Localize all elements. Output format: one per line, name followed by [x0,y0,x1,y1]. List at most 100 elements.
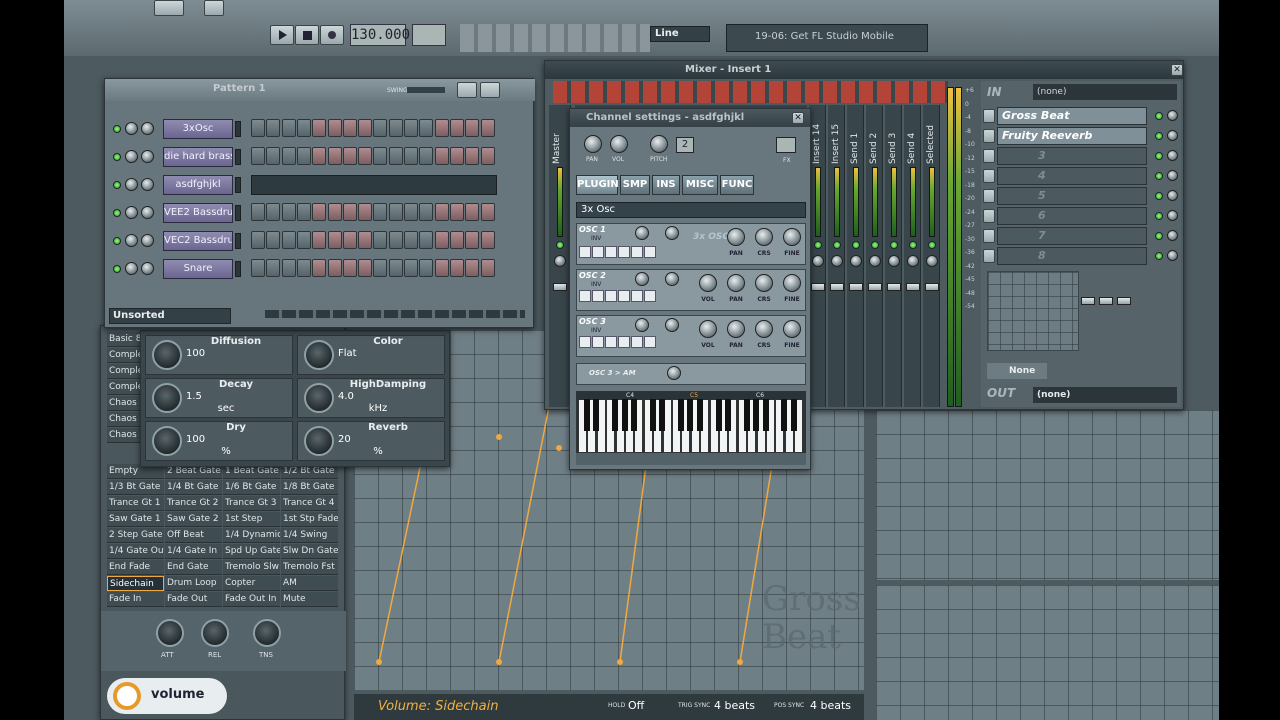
preset-group-item[interactable]: Chaos [107,428,141,443]
step-button[interactable] [281,203,296,221]
osc-pan-knob[interactable] [727,228,745,246]
mixer-strip-fader[interactable] [829,283,844,291]
reverb-param-value[interactable]: 100 [186,434,266,445]
step-button[interactable] [434,231,449,249]
waveform-button[interactable] [644,336,656,348]
input-select[interactable]: (none) [1033,84,1177,100]
reverb-param-value[interactable]: 100 [186,348,266,359]
step-button[interactable] [465,203,480,221]
waveform-button[interactable] [631,290,643,302]
preset-item[interactable]: 1/4 Gate In [165,544,222,559]
channel-vol-knob[interactable] [610,135,628,153]
fx-slot-enable-led[interactable] [1155,232,1163,240]
channel-name-button[interactable]: 3xOsc [163,119,233,139]
step-button[interactable] [404,203,418,221]
mixer-strip-led[interactable] [556,241,564,249]
waveform-button[interactable] [618,246,630,258]
waveform-button[interactable] [605,290,617,302]
osc-fine-knob[interactable] [665,226,679,240]
fx-slot[interactable]: 5 [997,187,1147,205]
preset-item[interactable]: 1/4 Gate Out [107,544,164,559]
preset-item[interactable]: Fade In [107,592,164,607]
step-button[interactable] [296,259,311,277]
tab-func[interactable]: FUNC [720,175,754,195]
reverb-knob[interactable] [304,340,334,370]
reverb-param-value[interactable]: 1.5 [186,391,266,402]
channel-pan-knob[interactable] [125,150,138,163]
channel-mute-led[interactable] [113,209,121,217]
preset-item[interactable]: Slw Dn Gate [281,544,338,559]
fx-slot-menu-button[interactable] [983,209,995,223]
step-button[interactable] [251,147,265,165]
osc-vol-knob[interactable] [699,274,717,292]
fx-slot-mix-knob[interactable] [1167,130,1178,141]
channel-settings-close-button[interactable]: ✕ [792,112,804,124]
fx-slot[interactable]: 7 [997,227,1147,245]
preset-item[interactable]: Off Beat [165,528,222,543]
preset-item[interactable]: 1/4 Dynamic [223,528,280,543]
fx-slot-enable-led[interactable] [1155,152,1163,160]
swing-slider[interactable] [407,87,445,93]
waveform-button[interactable] [592,246,604,258]
waveform-button[interactable] [631,336,643,348]
channel-volume-knob[interactable] [141,206,154,219]
fx-slot-mix-knob[interactable] [1167,210,1178,221]
osc-coarse-knob[interactable] [635,318,649,332]
step-button[interactable] [342,259,357,277]
mixer-strip-led[interactable] [927,241,936,249]
fx-slot-menu-button[interactable] [983,129,995,143]
preset-item[interactable]: Fade Out In [223,592,280,607]
channel-select-indicator[interactable] [235,121,241,137]
tab-plugin[interactable]: PLUGIN [576,175,619,195]
reverb-param-value[interactable]: Flat [338,348,418,359]
channel-pan-knob[interactable] [584,135,602,153]
preset-item[interactable]: Drum Loop [165,576,222,591]
channel-volume-knob[interactable] [141,122,154,135]
channel-mute-led[interactable] [113,237,121,245]
osc-fine-knob[interactable] [783,274,801,292]
step-button[interactable] [312,119,327,137]
channel-name-button[interactable]: VEC2 Bassdru... [163,231,233,251]
piano-roll-preview[interactable] [251,175,497,195]
preset-group-item[interactable]: Comple [107,364,141,379]
output-select[interactable]: (none) [1033,387,1177,403]
preset-item[interactable]: 1/4 Bt Gate [165,480,222,495]
channel-pan-knob[interactable] [125,122,138,135]
step-button[interactable] [388,203,403,221]
step-button[interactable] [419,203,434,221]
step-button[interactable] [327,231,342,249]
mixer-strip[interactable]: Send 4 [904,105,921,407]
preset-group-item[interactable]: Chaos [107,396,141,411]
black-key[interactable] [612,399,619,431]
step-button[interactable] [312,231,327,249]
channel-pan-knob[interactable] [125,206,138,219]
step-button[interactable] [342,147,357,165]
step-button[interactable] [281,147,296,165]
waveform-button[interactable] [644,290,656,302]
step-button[interactable] [404,119,418,137]
channel-mute-led[interactable] [113,181,121,189]
eq-preset-select[interactable]: None [987,363,1047,379]
preset-item[interactable]: Trance Gt 4 [281,496,338,511]
osc-coarse-knob[interactable] [635,226,649,240]
channel-select-indicator[interactable] [235,177,241,193]
plugin-select[interactable]: 3x Osc [576,202,806,218]
channel-volume-knob[interactable] [141,234,154,247]
preset-item[interactable]: Trance Gt 2 [165,496,222,511]
mixer-strip-fader[interactable] [810,283,825,291]
mixer-strip[interactable]: Send 3 [885,105,902,407]
toolbar-slider[interactable] [204,0,224,16]
osc-crs-knob[interactable] [755,320,773,338]
channel-volume-knob[interactable] [141,262,154,275]
step-button[interactable] [480,259,495,277]
step-button[interactable] [465,231,480,249]
osc-crs-knob[interactable] [755,228,773,246]
play-button[interactable] [270,25,294,45]
preset-item[interactable]: Trance Gt 1 [107,496,164,511]
black-key[interactable] [687,399,694,431]
osc3-am-knob[interactable] [667,366,681,380]
keyboard-editor-button[interactable] [480,82,500,98]
step-button[interactable] [388,259,403,277]
mixer-strip-pan-knob[interactable] [887,255,900,267]
step-button[interactable] [358,259,373,277]
